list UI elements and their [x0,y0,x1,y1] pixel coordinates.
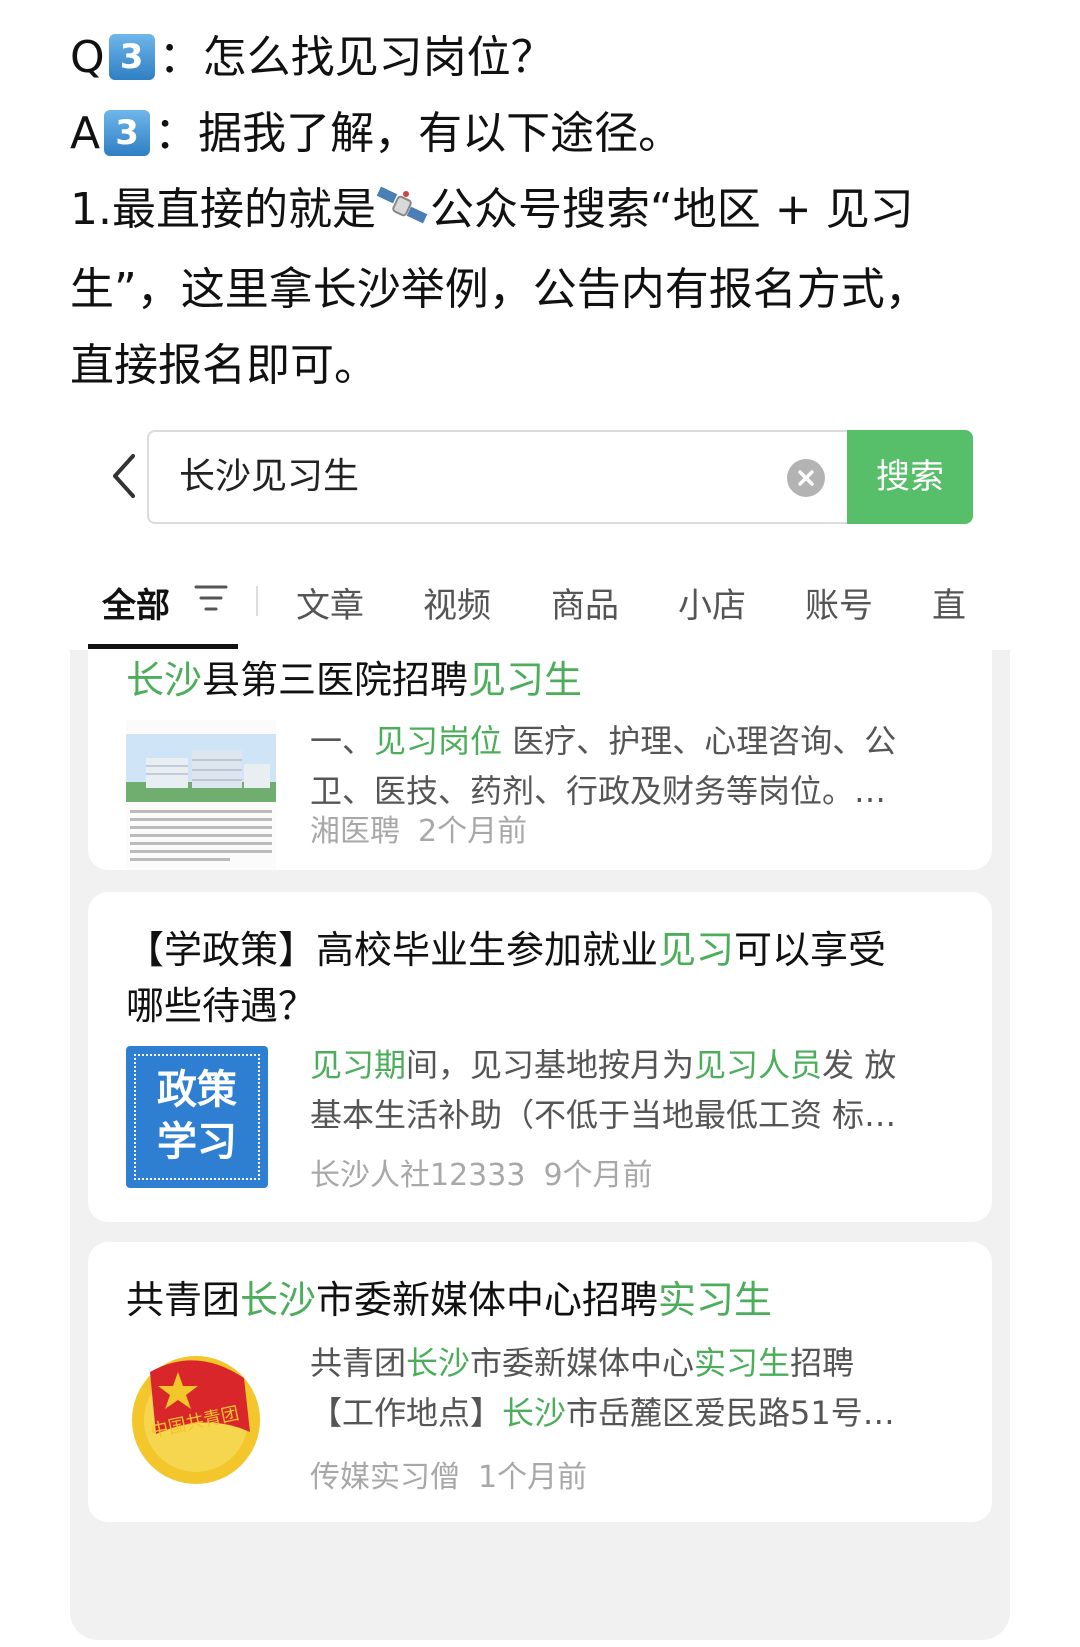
result-meta: 传媒实习僧 1个月前 [310,1452,587,1496]
snippet-part: 共青团 [310,1344,407,1382]
tab-articles[interactable]: 文章 [296,578,364,627]
body-text: 1.最直接的就是 [70,184,376,235]
title-part: 长沙 [126,658,203,702]
result-snippet: 见习期间，见习基地按月为见习人员发 放 基本生活补助（不低于当地最低工资 标… [310,1040,960,1140]
title-part: 长沙 [240,1278,317,1322]
answer-prefix: A [70,108,101,159]
result-source: 长沙人社12333 [310,1158,526,1193]
result-snippet: 一、见习岗位 医疗、护理、心理咨询、公 卫、医技、药剂、行政及财务等岗位。… [310,716,960,816]
result-title: 长沙县第三医院招聘见习生 [126,652,956,708]
body-line-2: 生”，这里拿长沙举例，公告内有报名方式， [70,264,929,315]
thumbnail-text: 学习 [157,1119,237,1165]
result-card[interactable]: 共青团长沙市委新媒体中心招聘实习生 中国共青团 共青团长沙市委新媒体中心实习生招… [88,1242,992,1522]
search-bar: 长沙见习生 搜索 [95,430,973,524]
number-badge-icon: 3 [104,110,151,156]
snippet-part: 长沙 [502,1394,567,1432]
result-card[interactable]: 长沙县第三医院招聘见习生 一、见习岗位 医疗、护理、心理咨询、公 卫、医技、药剂… [88,650,992,870]
snippet-part: 间，见习基地按月为 [406,1046,695,1084]
tab-videos[interactable]: 视频 [423,578,491,627]
satellite-icon [376,176,430,252]
result-meta: 湘医聘 2个月前 [310,806,527,850]
result-snippet: 共青团长沙市委新媒体中心实习生招聘 【工作地点】长沙市岳麓区爱民路51号… [310,1338,960,1438]
snippet-part: 见习人员 [694,1046,823,1084]
snippet-part: 见习岗位 [374,722,503,760]
result-card[interactable]: 【学政策】高校毕业生参加就业见习可以享受 哪些待遇？ 政策 学习 见习期间，见习… [88,892,992,1222]
snippet-part: 一、 [310,722,375,760]
result-time: 2个月前 [418,814,528,849]
snippet-part: 发 放 [822,1046,897,1084]
title-part: 见习生 [468,658,583,702]
snippet-line: 【工作地点】长沙市岳麓区爱民路51号… [310,1388,960,1438]
tab-underline [88,644,238,649]
question-prefix: Q [70,32,105,83]
result-time: 1个月前 [478,1460,588,1495]
snippet-part: 招聘 [790,1344,855,1382]
body-line-3: 直接报名即可。 [70,340,378,391]
search-query: 长沙见习生 [179,456,360,497]
youth-league-emblem: 中国共青团 [126,1342,266,1492]
snippet-part: 医疗、护理、心理咨询、公 [502,722,897,760]
snippet-part: 【工作地点】 [310,1394,503,1432]
policy-study-thumbnail: 政策 学习 [126,1046,268,1188]
search-button[interactable]: 搜索 [847,430,973,524]
title-part: 县第三医院招聘 [202,658,469,702]
title-part: 【学政策】高校毕业生参加就业 [126,928,659,972]
tab-products[interactable]: 商品 [551,578,619,627]
snippet-part: 长沙 [406,1344,471,1382]
result-time: 9个月前 [543,1158,653,1193]
body-text: 公众号搜索“地区 + 见习 [429,184,914,235]
back-chevron-icon[interactable] [105,450,145,502]
snippet-line: 一、见习岗位 医疗、护理、心理咨询、公 [310,716,960,766]
tab-live[interactable]: 直 [932,578,966,627]
result-source: 传媒实习僧 [310,1460,460,1495]
snippet-part: 见习期 [310,1046,407,1084]
divider [256,586,258,616]
snippet-part: 实习生 [694,1344,791,1382]
result-title: 共青团长沙市委新媒体中心招聘实习生 [126,1272,956,1328]
clear-icon[interactable] [787,459,825,497]
thumbnail-text: 政策 [157,1067,237,1113]
snippet-line: 基本生活补助（不低于当地最低工资 标… [310,1096,897,1134]
snippet-part: 市委新媒体中心 [470,1344,695,1382]
answer-line: A 3 ：据我了解，有以下途径。 [70,96,1010,172]
title-part: 见习 [658,928,735,972]
tab-accounts[interactable]: 账号 [805,578,873,627]
title-part: 实习生 [658,1278,773,1322]
title-line: 【学政策】高校毕业生参加就业见习可以享受 [126,922,956,978]
snippet-part: 市岳麓区爱民路51号… [566,1394,895,1432]
tab-all[interactable]: 全部 [102,578,170,627]
hospital-thumbnail [126,720,276,870]
filter-icon[interactable] [194,582,228,622]
body-line-1: 1.最直接的就是 公众号搜索“地区 + 见习 [70,172,1010,252]
title-line: 哪些待遇？ [126,984,317,1028]
snippet-line: 见习期间，见习基地按月为见习人员发 放 [310,1040,960,1090]
title-part: 共青团 [126,1278,241,1322]
result-tabs: 全部 文章 视频 商品 小店 账号 直 [70,560,1010,650]
snippet-line: 共青团长沙市委新媒体中心实习生招聘 [310,1338,960,1388]
tab-shops[interactable]: 小店 [678,578,746,627]
search-input[interactable]: 长沙见习生 [147,430,849,524]
question-text: ：怎么找见习岗位？ [158,32,555,83]
result-meta: 长沙人社12333 9个月前 [310,1150,653,1194]
result-title: 【学政策】高校毕业生参加就业见习可以享受 哪些待遇？ [126,922,956,1034]
title-part: 市委新媒体中心招聘 [316,1278,659,1322]
note-text: Q 3 ：怎么找见习岗位？ A 3 ：据我了解，有以下途径。 1.最直接的就是 公众号搜索… [70,20,1010,404]
result-source: 湘医聘 [310,814,400,849]
answer-text: ：据我了解，有以下途径。 [154,108,683,159]
title-part: 可以享受 [734,928,887,972]
number-badge-icon: 3 [108,34,155,80]
results-list: 长沙县第三医院招聘见习生 一、见习岗位 医疗、护理、心理咨询、公 卫、医技、药剂… [70,650,1010,1640]
question-line: Q 3 ：怎么找见习岗位？ [70,20,1010,96]
